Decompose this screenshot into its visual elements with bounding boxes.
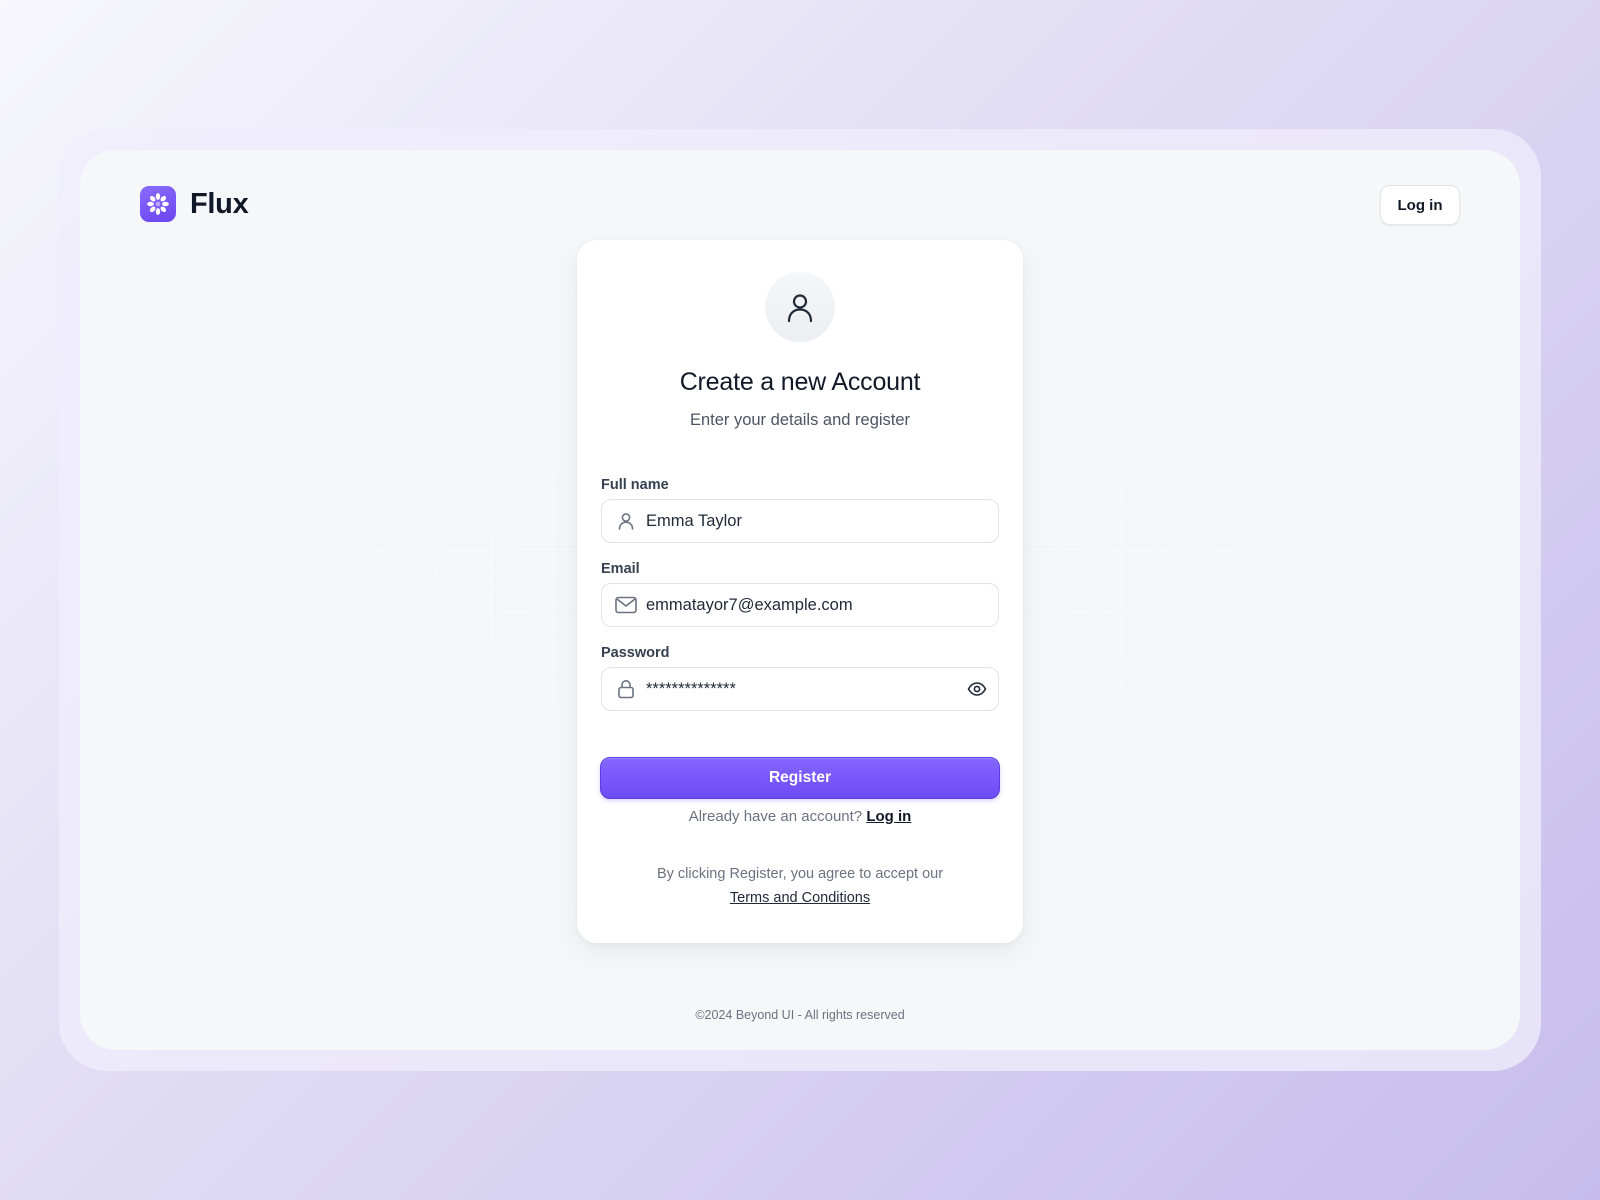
terms-text: By clicking Register, you agree to accep… <box>656 866 944 882</box>
user-icon <box>614 509 638 533</box>
email-input[interactable] <box>646 595 998 615</box>
brand[interactable]: Flux <box>140 186 249 222</box>
footer-copyright: ©2024 Beyond UI - All rights reserved <box>695 1008 905 1022</box>
app-window: Flux Log in Create a new Account Enter y… <box>80 150 1520 1050</box>
user-avatar-icon <box>765 272 835 342</box>
card-subtitle: Enter your details and register <box>689 411 911 429</box>
password-input[interactable] <box>646 679 964 699</box>
eye-icon[interactable] <box>964 676 990 702</box>
password-label: Password <box>601 645 670 661</box>
card-title: Create a new Account <box>679 368 921 396</box>
login-prompt: Already have an account? Log in <box>577 808 1023 825</box>
header-login-button[interactable]: Log in <box>1380 185 1460 225</box>
email-label: Email <box>601 561 640 577</box>
login-prompt-text: Already have an account? <box>688 808 863 825</box>
register-button[interactable]: Register <box>600 757 1000 799</box>
full-name-label: Full name <box>601 477 669 493</box>
register-card: Create a new Account Enter your details … <box>577 240 1023 943</box>
password-field[interactable] <box>601 667 999 711</box>
email-field[interactable] <box>601 583 999 627</box>
login-link[interactable]: Log in <box>866 808 911 825</box>
full-name-input[interactable] <box>646 511 998 531</box>
flux-logo-icon <box>140 186 176 222</box>
brand-name: Flux <box>190 187 249 220</box>
mail-icon <box>614 593 638 617</box>
lock-icon <box>614 677 638 701</box>
full-name-field[interactable] <box>601 499 999 543</box>
terms-link[interactable]: Terms and Conditions <box>730 890 870 906</box>
